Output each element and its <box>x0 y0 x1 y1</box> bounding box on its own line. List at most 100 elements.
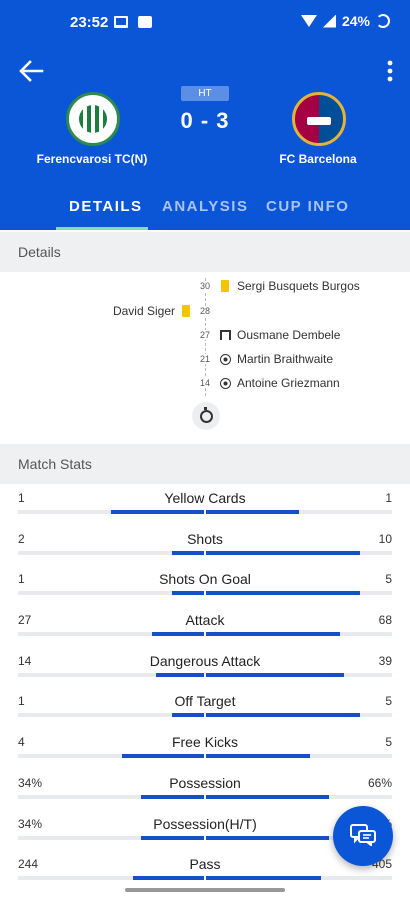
event-minute: 27 <box>198 330 212 340</box>
event-row: 21 Martin Braithwaite <box>0 351 410 371</box>
stat-away-bar-track <box>206 510 392 514</box>
stat-home-value: 1 <box>18 694 25 709</box>
stat-home-bar <box>156 672 204 677</box>
event-player: David Siger <box>112 304 175 318</box>
stat-label: Free Kicks <box>171 734 239 751</box>
stat-away-bar-track <box>206 754 392 759</box>
stat-row: 1 Shots On Goal 5 <box>0 565 410 606</box>
stat-away-value: 66% <box>367 775 392 790</box>
yellow-card-icon <box>221 280 229 292</box>
stat-away-bar <box>206 754 310 759</box>
stat-home-value: 34% <box>18 816 43 831</box>
event-row: 27 Ousmane Dembele <box>0 327 410 347</box>
event-row: 28 David Siger <box>0 303 410 323</box>
stat-home-bar-track <box>18 591 204 596</box>
stat-home-bar <box>111 510 204 514</box>
stat-away-bar <box>206 794 329 799</box>
details-section-title: Details <box>0 232 410 272</box>
tab-cup-info[interactable]: CUP INFO <box>266 198 349 215</box>
event-row: 30 Sergi Busquets Burgos <box>0 278 410 298</box>
event-player: Antoine Griezmann <box>237 376 340 390</box>
event-minute: 21 <box>198 354 212 364</box>
stat-home-bar <box>133 876 204 881</box>
event-minute: 28 <box>198 306 212 316</box>
event-player: Ousmane Dembele <box>237 328 341 342</box>
stat-away-value: 5 <box>385 735 392 750</box>
event-row: 14 Antoine Griezmann <box>0 375 410 395</box>
stat-row: 34% Possession 66% <box>0 769 410 810</box>
stat-away-bar <box>206 591 360 596</box>
more-vert-icon[interactable] <box>386 60 394 82</box>
status-bar: 23:52 24% <box>0 0 410 44</box>
period-badge: HT <box>181 86 229 101</box>
chat-icon <box>350 824 376 846</box>
stat-away-bar <box>206 672 344 677</box>
stat-away-bar-track <box>206 632 392 637</box>
active-tab-indicator <box>56 227 148 230</box>
battery-icon <box>376 14 390 28</box>
stat-home-value: 27 <box>18 613 32 628</box>
soccer-ball-icon <box>220 354 231 365</box>
stat-row: 4 Free Kicks 5 <box>0 728 410 769</box>
stat-home-bar-track <box>18 876 204 881</box>
gesture-nav-bar[interactable] <box>125 888 285 892</box>
stat-home-value: 244 <box>18 857 39 872</box>
stat-home-bar <box>141 794 204 799</box>
stat-row: 14 Dangerous Attack 39 <box>0 647 410 688</box>
event-player: Martin Braithwaite <box>237 352 334 366</box>
stat-home-bar <box>172 550 204 555</box>
match-header: Ferencvarosi TC(N) FC Barcelona HT 0 - 3… <box>0 44 410 230</box>
stat-away-bar-track <box>206 591 392 596</box>
stat-home-bar-track <box>18 754 204 759</box>
match-score: 0 - 3 <box>180 108 230 133</box>
stat-away-bar-track <box>206 672 392 677</box>
stat-home-bar-track <box>18 510 204 514</box>
tab-details[interactable]: DETAILS <box>69 198 143 215</box>
stat-away-bar <box>206 876 321 881</box>
stat-label: Yellow Cards <box>164 490 246 506</box>
stat-home-bar-track <box>18 672 204 677</box>
chat-button[interactable] <box>333 806 393 866</box>
events-timeline: 30 Sergi Busquets Burgos 28 David Siger … <box>0 272 410 444</box>
stat-away-value: 5 <box>385 694 392 709</box>
tab-bar: DETAILS ANALYSIS CUP INFO <box>0 194 410 230</box>
stat-away-bar <box>206 713 360 718</box>
stat-label: Possession(H/T) <box>153 815 257 832</box>
stat-label: Attack <box>185 612 225 629</box>
stopwatch-icon[interactable] <box>192 402 220 430</box>
stat-away-bar-track <box>206 550 392 555</box>
arrow-left-icon[interactable] <box>18 60 44 82</box>
stat-away-bar-track <box>206 876 392 881</box>
stat-away-value: 5 <box>385 572 392 587</box>
stat-home-value: 1 <box>18 491 25 505</box>
stat-row: 1 Yellow Cards 1 <box>0 484 410 525</box>
event-player: Sergi Busquets Burgos <box>237 279 360 293</box>
yellow-card-icon <box>182 305 190 317</box>
image-icon <box>138 16 152 28</box>
stat-label: Shots On Goal <box>159 571 251 588</box>
stat-home-value: 4 <box>18 735 25 750</box>
stat-row: 27 Attack 68 <box>0 606 410 647</box>
match-stats-title: Match Stats <box>0 444 410 484</box>
stat-row: 2 Shots 10 <box>0 525 410 566</box>
stat-home-bar <box>141 835 204 840</box>
status-time: 23:52 <box>70 14 109 31</box>
stat-away-value: 68 <box>378 613 392 628</box>
tab-analysis[interactable]: ANALYSIS <box>162 198 248 215</box>
away-team-name[interactable]: FC Barcelona <box>248 152 388 166</box>
stat-away-bar <box>206 550 360 555</box>
home-team-logo[interactable] <box>66 92 120 146</box>
stat-away-value: 39 <box>378 653 392 668</box>
stat-home-bar <box>172 713 204 718</box>
stat-away-bar <box>206 510 299 514</box>
event-minute: 14 <box>198 378 212 388</box>
stat-home-bar <box>152 632 204 637</box>
stat-label: Off Target <box>174 693 236 710</box>
away-team-logo[interactable] <box>292 92 346 146</box>
stat-away-value: 1 <box>385 491 392 505</box>
event-minute: 30 <box>198 281 212 291</box>
home-team-name[interactable]: Ferencvarosi TC(N) <box>22 152 162 166</box>
stat-label: Shots <box>187 530 223 547</box>
stat-away-bar-track <box>206 713 392 718</box>
stat-away-bar <box>206 835 329 840</box>
